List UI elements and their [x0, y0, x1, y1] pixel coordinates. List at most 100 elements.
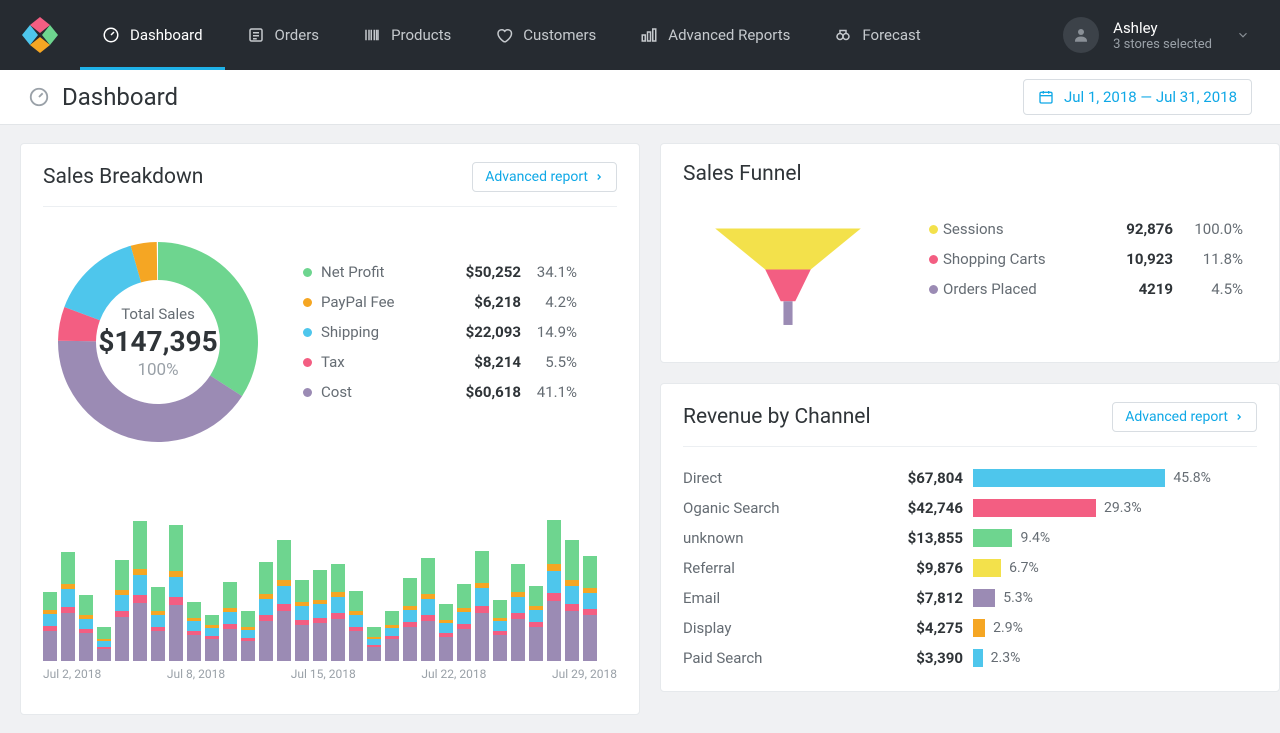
legend-row: Net Profit $50,252 34.1% — [303, 257, 617, 287]
avatar — [1063, 17, 1099, 53]
daily-bar-chart: Jul 2, 2018 Jul 8, 2018 Jul 15, 2018 Jul 22… — [43, 481, 617, 681]
sales-breakdown-title: Sales Breakdown — [43, 165, 203, 189]
nav-forecast[interactable]: Forecast — [812, 0, 942, 70]
date-range-text: Jul 1, 2018 — Jul 31, 2018 — [1064, 88, 1237, 106]
user-menu[interactable]: Ashley 3 stores selected — [1053, 17, 1260, 53]
channel-bar — [973, 619, 985, 637]
bar — [331, 564, 345, 661]
bar — [115, 560, 129, 661]
legend-dot — [303, 268, 312, 277]
binoculars-icon — [834, 26, 852, 44]
channel-bar — [973, 469, 1165, 487]
chevron-right-icon — [594, 172, 604, 182]
legend-dot — [303, 298, 312, 307]
nav-orders[interactable]: Orders — [225, 0, 342, 70]
sales-legend: Net Profit $50,252 34.1% PayPal Fee $6,2… — [303, 227, 617, 457]
bar — [493, 600, 507, 661]
top-nav: DashboardOrdersProductsCustomersAdvanced… — [0, 0, 1280, 70]
x-tick: Jul 15, 2018 — [291, 667, 356, 681]
legend-row: Shipping $22,093 14.9% — [303, 317, 617, 347]
bar — [79, 595, 93, 661]
channel-row: Paid Search $3,390 2.3% — [683, 643, 1257, 673]
legend-dot — [303, 328, 312, 337]
bar — [259, 562, 273, 661]
bar — [277, 540, 291, 661]
bar — [133, 521, 147, 661]
list-icon — [247, 26, 265, 44]
bar — [583, 556, 597, 661]
bar — [475, 551, 489, 661]
heart-icon — [495, 26, 513, 44]
funnel-row: Sessions 92,876 100.0% — [929, 214, 1243, 244]
legend-dot — [929, 225, 938, 234]
user-subtitle: 3 stores selected — [1113, 37, 1212, 52]
channel-row: unknown $13,855 9.4% — [683, 523, 1257, 553]
user-name: Ashley — [1113, 19, 1212, 37]
funnel-row: Shopping Carts 10,923 11.8% — [929, 244, 1243, 274]
bar — [367, 627, 381, 661]
bar — [457, 584, 471, 661]
funnel-chart — [697, 214, 879, 334]
bar — [547, 520, 561, 661]
bar — [385, 611, 399, 661]
bar — [439, 604, 453, 661]
nav-products[interactable]: Products — [341, 0, 473, 70]
x-tick: Jul 29, 2018 — [552, 667, 617, 681]
sales-breakdown-card: Sales Breakdown Advanced report Total Sa… — [20, 143, 640, 715]
gauge-icon — [28, 86, 50, 108]
chevron-right-icon — [1234, 412, 1244, 422]
x-tick: Jul 22, 2018 — [421, 667, 486, 681]
legend-dot — [303, 358, 312, 367]
bar — [529, 586, 543, 661]
gauge-icon — [102, 26, 120, 44]
bar — [61, 552, 75, 661]
bar — [169, 525, 183, 661]
date-range-picker[interactable]: Jul 1, 2018 — Jul 31, 2018 — [1023, 79, 1252, 115]
bar — [295, 580, 309, 661]
legend-row: Cost $60,618 41.1% — [303, 377, 617, 407]
bar — [187, 602, 201, 661]
x-tick: Jul 2, 2018 — [43, 667, 101, 681]
bar — [43, 592, 57, 661]
channel-row: Referral $9,876 6.7% — [683, 553, 1257, 583]
advanced-report-button[interactable]: Advanced report — [472, 162, 617, 192]
bar — [421, 558, 435, 661]
channel-row: Direct $67,804 45.8% — [683, 463, 1257, 493]
chevron-down-icon — [1236, 28, 1250, 42]
channel-row: Email $7,812 5.3% — [683, 583, 1257, 613]
page-header: Dashboard Jul 1, 2018 — Jul 31, 2018 — [0, 70, 1280, 125]
revenue-channel-card: Revenue by Channel Advanced report Direc… — [660, 383, 1280, 692]
channel-row: Oganic Search $42,746 29.3% — [683, 493, 1257, 523]
channel-bar — [973, 649, 983, 667]
legend-row: Tax $8,214 5.5% — [303, 347, 617, 377]
nav-dashboard[interactable]: Dashboard — [80, 0, 225, 70]
funnel-legend: Sessions 92,876 100.0% Shopping Carts 10… — [929, 214, 1243, 334]
legend-row: PayPal Fee $6,218 4.2% — [303, 287, 617, 317]
channel-bar — [973, 499, 1096, 517]
advanced-report-button[interactable]: Advanced report — [1112, 402, 1257, 432]
total-sales-pct: 100% — [137, 360, 178, 380]
donut-chart: Total Sales $147,395 100% — [43, 227, 273, 457]
funnel-row: Orders Placed 4219 4.5% — [929, 274, 1243, 304]
channel-row: Display $4,275 2.9% — [683, 613, 1257, 643]
sales-funnel-card: Sales Funnel Sessions 92,876 100.0% Shop… — [660, 143, 1280, 363]
legend-dot — [303, 388, 312, 397]
page-title: Dashboard — [62, 83, 178, 111]
sales-funnel-title: Sales Funnel — [683, 162, 802, 186]
channel-bar — [973, 529, 1012, 547]
bar — [403, 578, 417, 661]
x-tick: Jul 8, 2018 — [167, 667, 225, 681]
nav-customers[interactable]: Customers — [473, 0, 618, 70]
legend-dot — [929, 285, 938, 294]
bar — [313, 570, 327, 661]
nav-advanced-reports[interactable]: Advanced Reports — [618, 0, 812, 70]
bar — [349, 591, 363, 661]
channel-list: Direct $67,804 45.8%Oganic Search $42,74… — [683, 447, 1257, 673]
app-logo — [20, 15, 60, 55]
bar — [223, 582, 237, 661]
bar — [205, 615, 219, 661]
user-icon — [1072, 26, 1090, 44]
bar — [565, 540, 579, 661]
bar — [511, 564, 525, 661]
total-sales-value: $147,395 — [98, 325, 217, 358]
